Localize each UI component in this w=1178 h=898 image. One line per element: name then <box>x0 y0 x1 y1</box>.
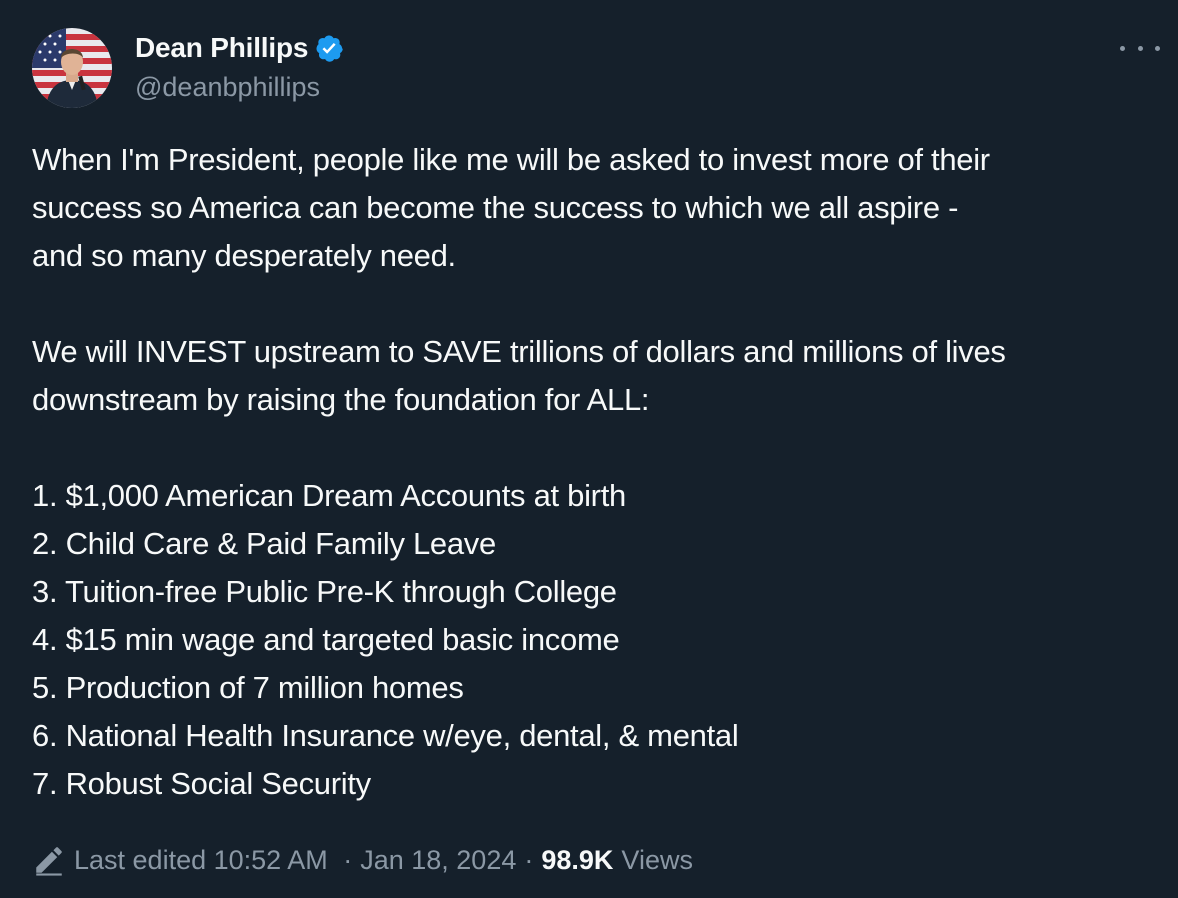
tweet-footer: Last edited 10:52 AM · Jan 18, 2024 · 98.… <box>32 838 693 882</box>
list-item: 1. $1,000 American Dream Accounts at bir… <box>32 478 626 513</box>
more-dot <box>1120 45 1125 51</box>
pencil-icon[interactable] <box>32 843 66 877</box>
separator: · <box>343 844 353 875</box>
tweet-line: We will INVEST upstream to SAVE trillion… <box>32 334 1006 369</box>
author-name-row: Dean Phillips <box>135 30 344 66</box>
list-item: 6. National Health Insurance w/eye, dent… <box>32 718 739 753</box>
list-item: 3. Tuition-free Public Pre-K through Col… <box>32 574 617 609</box>
edited-label: Last edited <box>74 844 207 875</box>
tweet-line: and so many desperately need. <box>32 238 456 273</box>
edited-date: Jan 18, 2024 <box>360 844 517 875</box>
display-name[interactable]: Dean Phillips <box>135 32 308 64</box>
last-edited-link[interactable]: Last edited 10:52 AM · Jan 18, 2024 <box>74 845 516 876</box>
list-item: 5. Production of 7 million homes <box>32 670 464 705</box>
list-item: 7. Robust Social Security <box>32 766 371 801</box>
views-label: Views <box>621 844 693 875</box>
separator: · <box>524 844 534 875</box>
paragraph-break <box>32 280 1162 328</box>
list-item: 2. Child Care & Paid Family Leave <box>32 526 496 561</box>
more-dot <box>1155 45 1160 51</box>
more-options-icon[interactable] <box>1120 38 1160 58</box>
avatar-image <box>32 28 112 108</box>
verified-badge-icon[interactable] <box>314 33 344 63</box>
tweet-line: downstream by raising the foundation for… <box>32 382 650 417</box>
list-item: 4. $15 min wage and targeted basic incom… <box>32 622 620 657</box>
views-count: 98.9K <box>541 844 614 875</box>
tweet-card: Dean Phillips @deanbphillips When I'm Pr… <box>0 0 1178 898</box>
paragraph-break <box>32 424 1162 472</box>
tweet-text: When I'm President, people like me will … <box>32 136 1162 808</box>
avatar[interactable] <box>32 28 112 108</box>
tweet-line: When I'm President, people like me will … <box>32 142 990 177</box>
edited-time: 10:52 AM <box>213 844 328 875</box>
author-handle[interactable]: @deanbphillips <box>135 72 320 103</box>
tweet-line: success so America can become the succes… <box>32 190 959 225</box>
more-dot <box>1137 45 1143 51</box>
